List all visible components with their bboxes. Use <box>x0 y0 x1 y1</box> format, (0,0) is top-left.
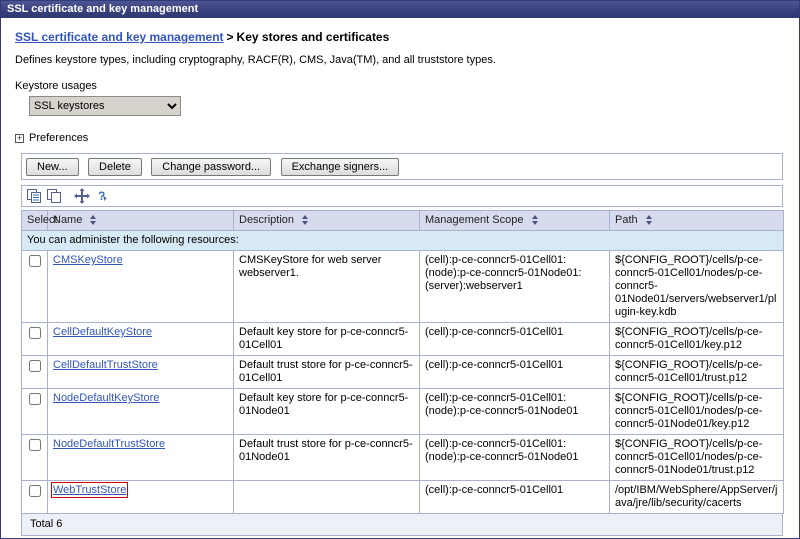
keystore-description: CMSKeyStore for web server webserver1. <box>234 251 420 323</box>
sort-scope-icon[interactable] <box>532 215 538 225</box>
breadcrumb: SSL certificate and key management>Key s… <box>15 30 787 44</box>
keystore-scope: (cell):p-ce-conncr5-01Cell01:(node):p-ce… <box>420 251 610 323</box>
keystore-path: /opt/IBM/WebSphere/AppServer/java/jre/li… <box>610 481 784 514</box>
new-button[interactable]: New... <box>26 158 79 176</box>
table-row: CMSKeyStore CMSKeyStore for web server w… <box>22 251 784 323</box>
row-select-checkbox[interactable] <box>29 439 41 451</box>
keystore-scope: (cell):p-ce-conncr5-01Cell01 <box>420 481 610 514</box>
keystore-description <box>234 481 420 514</box>
row-select-checkbox[interactable] <box>29 393 41 405</box>
help-icon[interactable]: ? <box>94 188 111 204</box>
window-title: SSL certificate and key management <box>7 3 198 15</box>
keystore-scope: (cell):p-ce-conncr5-01Cell01 <box>420 323 610 356</box>
page-description: Defines keystore types, including crypto… <box>15 54 787 66</box>
show-filter-icon[interactable] <box>74 188 91 204</box>
keystore-description: Default trust store for p-ce-conncr5-01C… <box>234 356 420 389</box>
action-button-bar: New... Delete Change password... Exchang… <box>21 153 783 180</box>
table-row: NodeDefaultKeyStore Default key store fo… <box>22 389 784 435</box>
table-row: CellDefaultKeyStore Default key store fo… <box>22 323 784 356</box>
keystore-link[interactable]: CMSKeyStore <box>53 254 123 266</box>
sort-description-icon[interactable] <box>302 215 308 225</box>
column-label-scope: Management Scope <box>425 214 523 226</box>
delete-button[interactable]: Delete <box>88 158 142 176</box>
keystore-description: Default key store for p-ce-conncr5-01Cel… <box>234 323 420 356</box>
column-header-select: Select <box>22 211 48 231</box>
column-header-name: Name <box>48 211 234 231</box>
keystore-link-highlighted[interactable]: WebTrustStore <box>53 484 126 496</box>
column-label-path: Path <box>615 214 638 226</box>
keystore-usages-label: Keystore usages <box>15 80 787 92</box>
table-icon-toolbar: ? <box>21 185 783 207</box>
keystore-scope: (cell):p-ce-conncr5-01Cell01 <box>420 356 610 389</box>
keystore-path: ${CONFIG_ROOT}/cells/p-ce-conncr5-01Cell… <box>610 251 784 323</box>
page-title: Key stores and certificates <box>237 30 390 44</box>
table-total: Total 6 <box>21 514 783 536</box>
preferences-expand-icon[interactable]: + <box>15 134 24 143</box>
preferences-label: Preferences <box>29 132 88 144</box>
keystore-link[interactable]: NodeDefaultKeyStore <box>53 392 159 404</box>
admin-console-page: SSL certificate and key management SSL c… <box>0 0 800 539</box>
keystore-scope: (cell):p-ce-conncr5-01Cell01:(node):p-ce… <box>420 435 610 481</box>
change-password-button[interactable]: Change password... <box>151 158 271 176</box>
row-select-checkbox[interactable] <box>29 485 41 497</box>
column-label-name: Name <box>53 214 82 226</box>
keystore-usages-select[interactable]: SSL keystores <box>29 96 181 116</box>
keystore-scope: (cell):p-ce-conncr5-01Cell01:(node):p-ce… <box>420 389 610 435</box>
row-select-checkbox[interactable] <box>29 255 41 267</box>
keystore-link[interactable]: NodeDefaultTrustStore <box>53 438 165 450</box>
keystore-path: ${CONFIG_ROOT}/cells/p-ce-conncr5-01Cell… <box>610 435 784 481</box>
keystore-path: ${CONFIG_ROOT}/cells/p-ce-conncr5-01Cell… <box>610 389 784 435</box>
keystore-link[interactable]: CellDefaultKeyStore <box>53 326 152 338</box>
keystore-link[interactable]: CellDefaultTrustStore <box>53 359 158 371</box>
table-caption: You can administer the following resourc… <box>22 231 784 251</box>
breadcrumb-separator: > <box>224 30 237 44</box>
table-row: CellDefaultTrustStore Default trust stor… <box>22 356 784 389</box>
column-header-description: Description <box>234 211 420 231</box>
keystore-description: Default key store for p-ce-conncr5-01Nod… <box>234 389 420 435</box>
table-row: NodeDefaultTrustStore Default trust stor… <box>22 435 784 481</box>
preferences-section: + Preferences <box>15 132 787 144</box>
keystore-description: Default trust store for p-ce-conncr5-01N… <box>234 435 420 481</box>
column-label-description: Description <box>239 214 294 226</box>
select-all-icon[interactable] <box>26 188 43 204</box>
content-area: SSL certificate and key management>Key s… <box>1 18 799 536</box>
row-select-checkbox[interactable] <box>29 327 41 339</box>
table-caption-row: You can administer the following resourc… <box>22 231 784 251</box>
keystores-table: Select Name Description Management Scope <box>21 210 784 514</box>
sort-name-icon[interactable] <box>90 215 96 225</box>
table-row: WebTrustStore (cell):p-ce-conncr5-01Cell… <box>22 481 784 514</box>
row-select-checkbox[interactable] <box>29 360 41 372</box>
column-header-scope: Management Scope <box>420 211 610 231</box>
exchange-signers-button[interactable]: Exchange signers... <box>281 158 400 176</box>
breadcrumb-parent-link[interactable]: SSL certificate and key management <box>15 30 224 44</box>
sort-path-icon[interactable] <box>646 215 652 225</box>
svg-text:?: ? <box>98 189 105 203</box>
keystore-path: ${CONFIG_ROOT}/cells/p-ce-conncr5-01Cell… <box>610 356 784 389</box>
deselect-all-icon[interactable] <box>46 188 63 204</box>
keystore-path: ${CONFIG_ROOT}/cells/p-ce-conncr5-01Cell… <box>610 323 784 356</box>
window-titlebar: SSL certificate and key management <box>1 1 799 18</box>
column-header-path: Path <box>610 211 784 231</box>
table-header-row: Select Name Description Management Scope <box>22 211 784 231</box>
